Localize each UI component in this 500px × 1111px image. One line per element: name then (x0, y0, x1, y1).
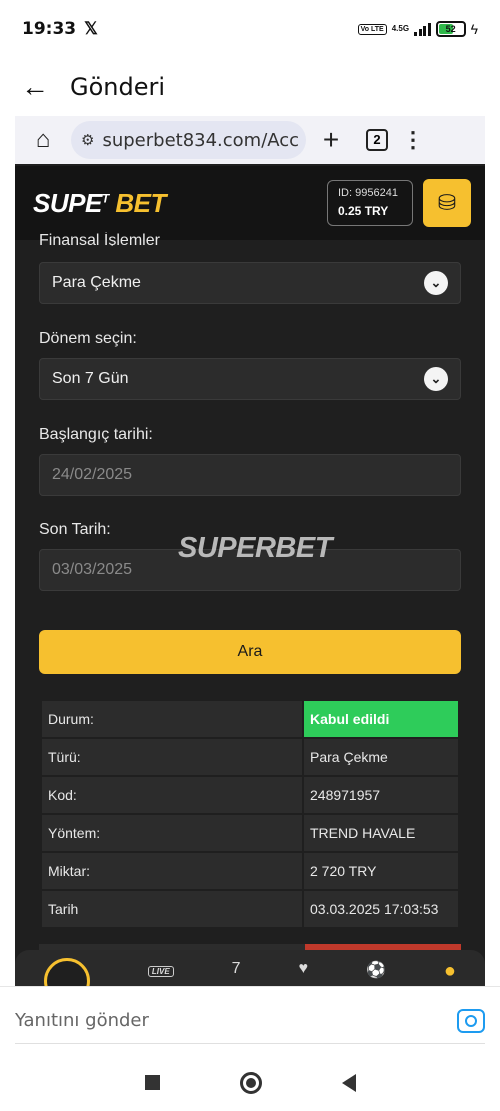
profile-icon[interactable]: ● (444, 960, 456, 983)
post-image[interactable]: ⌂ ⚙ superbet834.com/Acc + 2 ⋮ SUPET BET … (15, 116, 485, 986)
status-icons: Vo LTE 4.5G 52 ϟ (357, 21, 478, 37)
row-value: Para Çekme (304, 739, 458, 775)
row-value: 2 720 TRY (304, 853, 458, 889)
browser-menu-icon[interactable]: ⋮ (388, 127, 438, 153)
start-date-label: Başlangıç tarihi: (39, 426, 153, 443)
url-bar[interactable]: ⚙ superbet834.com/Acc (71, 121, 306, 159)
casino-seven-icon[interactable]: 7 (232, 960, 241, 978)
end-date-value: 03/03/2025 (52, 561, 133, 578)
camera-icon[interactable] (457, 1008, 485, 1033)
transaction-type-select[interactable]: Para Çekme ⌄ (39, 262, 461, 304)
account-box[interactable]: ID: 9956241 0.25 TRY (327, 180, 413, 226)
sports-ball-icon[interactable]: ⚽ (366, 960, 386, 980)
favorites-heart-icon[interactable]: ♥ (299, 960, 309, 978)
home-icon[interactable]: ⌂ (15, 126, 71, 154)
row-key: Durum: (42, 701, 302, 737)
period-select[interactable]: Son 7 Gün ⌄ (39, 358, 461, 400)
deposit-coins-button[interactable]: ⛁ (423, 179, 471, 227)
back-triangle-icon[interactable] (341, 1073, 356, 1092)
chevron-down-icon: ⌄ (424, 367, 448, 391)
row-value: 03.03.2025 17:03:53 (304, 891, 458, 927)
period-label: Dönem seçin: (39, 330, 137, 347)
table-row: Yöntem: TREND HAVALE (41, 814, 459, 852)
row-key: Kod: (42, 777, 302, 813)
start-date-input[interactable]: 24/02/2025 (39, 454, 461, 496)
transaction-type-value: Para Çekme (52, 274, 141, 291)
browser-toolbar: ⌂ ⚙ superbet834.com/Acc + 2 ⋮ (15, 116, 485, 164)
menu-home-button[interactable] (43, 958, 90, 986)
table-row: Türü: Para Çekme (41, 738, 459, 776)
tab-count-icon[interactable]: 2 (366, 129, 388, 151)
search-button[interactable]: Ara (39, 630, 461, 674)
charging-icon: ϟ (470, 21, 478, 37)
account-id: ID: 9956241 (338, 187, 398, 199)
row-key: Miktar: (42, 853, 302, 889)
url-text: superbet834.com/Acc (102, 129, 300, 151)
page-title: Gönderi (70, 73, 166, 101)
end-date-label: Son Tarih: (39, 521, 111, 538)
live-icon[interactable]: LIVE (147, 966, 174, 977)
network-type: 4.5G (391, 24, 410, 33)
period-value: Son 7 Gün (52, 370, 129, 387)
transaction-result-table: Durum: Kabul edildi Türü: Para Çekme Kod… (41, 700, 459, 928)
divider (15, 1043, 485, 1044)
home-button-icon[interactable] (239, 1071, 262, 1094)
start-date-value: 24/02/2025 (52, 466, 133, 483)
chevron-down-icon: ⌄ (424, 271, 448, 295)
finance-content: Finansal İşlemler Para Çekme ⌄ Dönem seç… (15, 232, 485, 986)
row-value: 248971957 (304, 777, 458, 813)
volte-icon: Vo LTE (357, 23, 387, 35)
reply-input[interactable]: Yanıtını gönder (15, 1010, 149, 1031)
new-tab-icon[interactable]: + (306, 124, 356, 156)
table-row: Durum: Kabul edildi (41, 700, 459, 738)
site-header: SUPET BET ID: 9956241 0.25 TRY ⛁ (15, 166, 485, 240)
table-row: Miktar: 2 720 TRY (41, 852, 459, 890)
row-key: Yöntem: (42, 815, 302, 851)
account-balance: 0.25 TRY (338, 204, 389, 218)
battery-level: 52 (445, 24, 456, 34)
system-nav-bar (0, 1054, 500, 1111)
row-key: Türü: (42, 739, 302, 775)
superbet-logo[interactable]: SUPET BET (33, 188, 166, 219)
status-time: 19:33 (22, 19, 77, 39)
recents-icon[interactable] (144, 1075, 160, 1090)
table-row: Tarih 03.03.2025 17:03:53 (41, 890, 459, 928)
row-key: Tarih (42, 891, 302, 927)
battery-icon: 52 (435, 21, 466, 37)
table-row: Kod: 248971957 (41, 776, 459, 814)
site-settings-icon[interactable]: ⚙ (81, 131, 94, 149)
coins-icon: ⛁ (437, 190, 457, 215)
site-bottom-nav: LIVE 7 ♥ ⚽ ● (15, 950, 485, 986)
superbet-watermark: SUPERBET (178, 532, 332, 564)
x-logo-icon: 𝕏 (84, 19, 98, 38)
section-label: Finansal İşlemler (39, 232, 160, 246)
back-arrow-icon[interactable]: ← (0, 71, 70, 103)
status-badge: Kabul edildi (304, 701, 458, 737)
app-header: ← Gönderi (0, 58, 500, 116)
row-value: TREND HAVALE (304, 815, 458, 851)
signal-icon (414, 22, 431, 36)
status-bar: 19:33 𝕏 Vo LTE 4.5G 52 ϟ (0, 0, 500, 58)
